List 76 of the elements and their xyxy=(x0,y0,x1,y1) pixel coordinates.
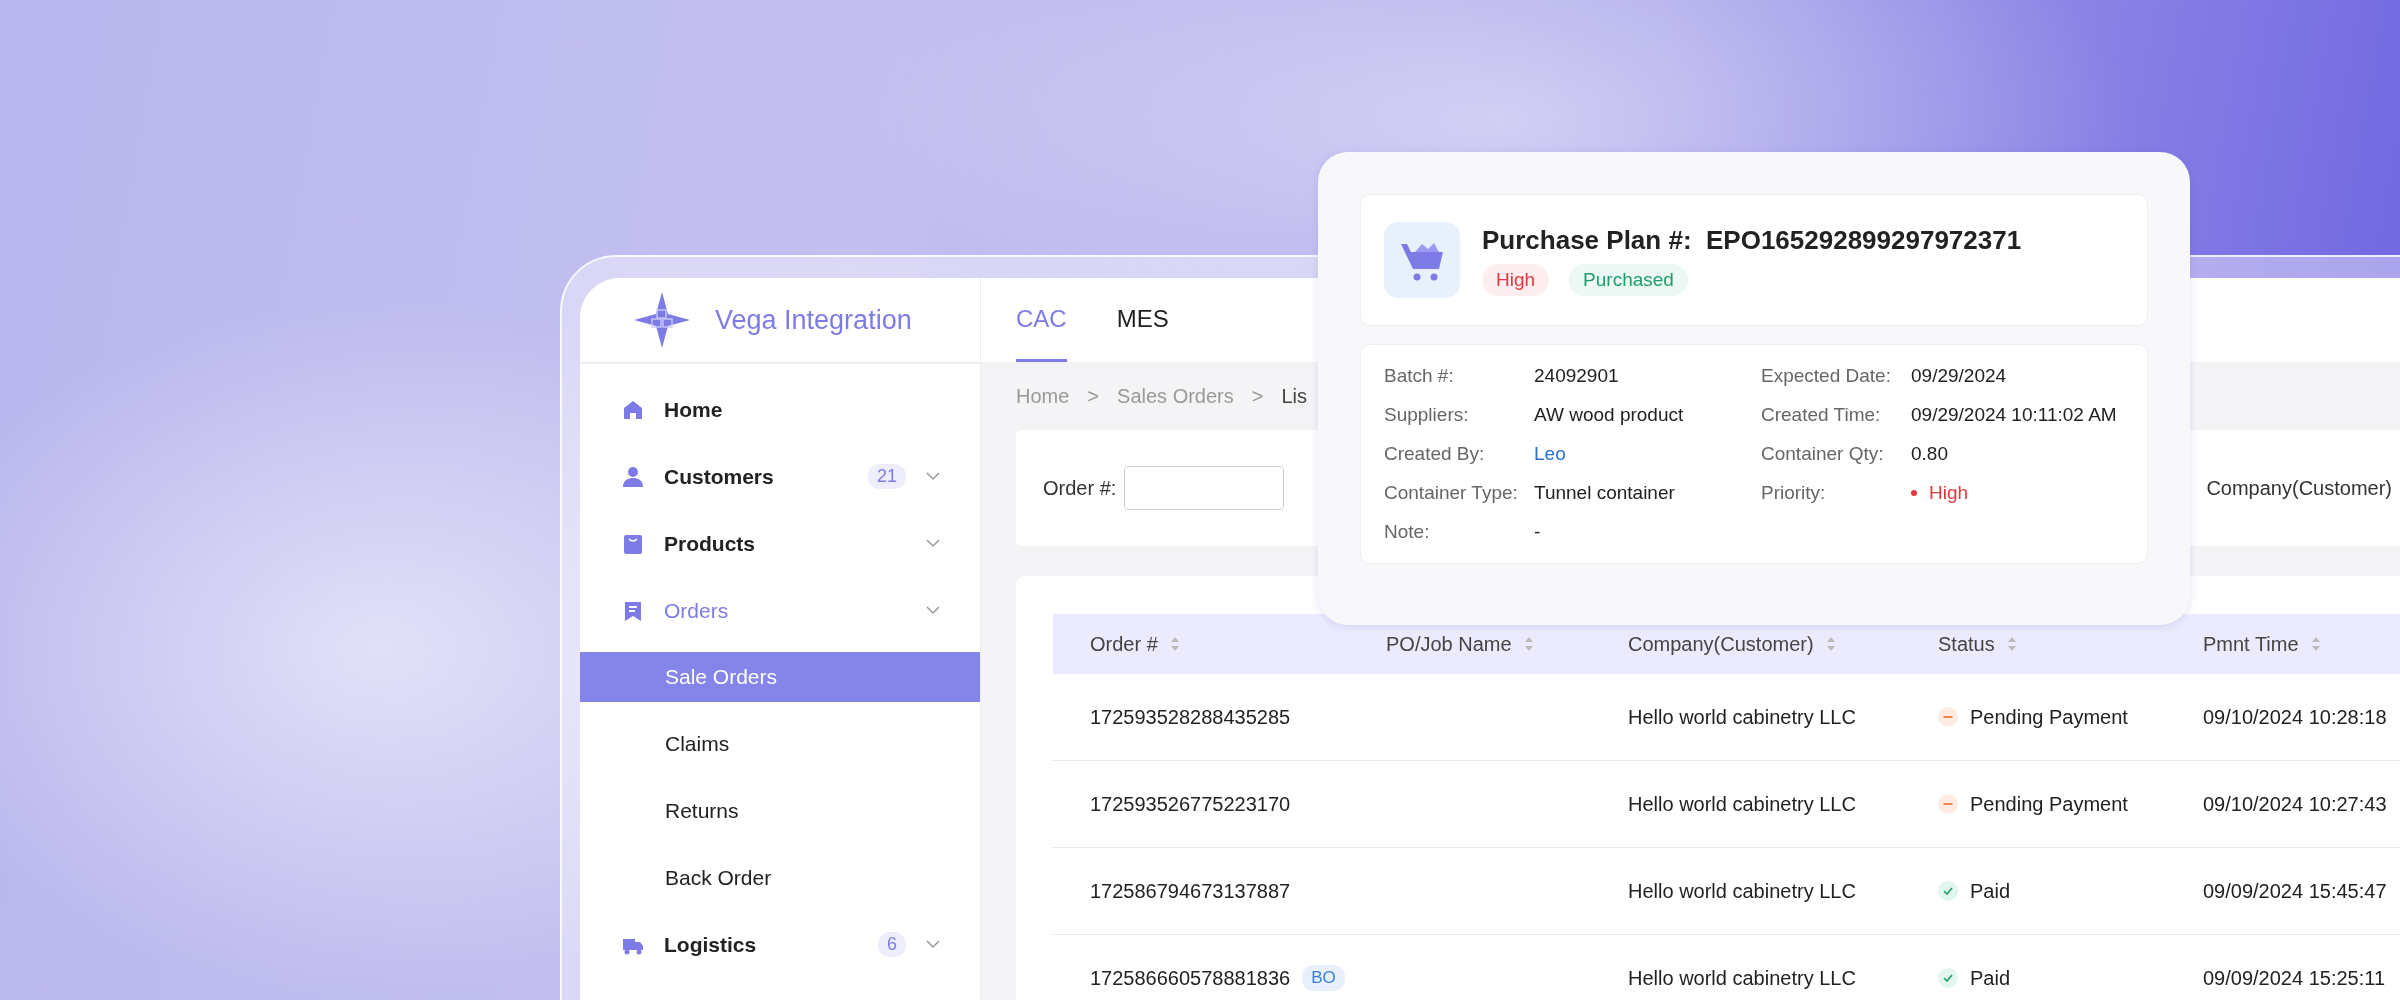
tab[interactable]: MES xyxy=(1116,278,1169,362)
minus-icon xyxy=(1938,707,1958,727)
column-header[interactable]: Company(Customer) xyxy=(1628,632,1814,656)
field-value: Tunnel container xyxy=(1534,482,1676,504)
status-text: Pending Payment xyxy=(1970,705,2128,729)
sidebar-item[interactable]: Orders xyxy=(580,577,980,644)
field-value: 0.80 xyxy=(1911,443,1949,465)
tab[interactable]: CAC xyxy=(1016,278,1067,362)
sidebar-item[interactable]: Logistics 6 xyxy=(580,911,980,978)
priority-value: High xyxy=(1911,482,2124,504)
table-cell: 09/10/2024 10:27:43 xyxy=(2203,792,2387,816)
field-value: - xyxy=(1534,521,1542,543)
column-header[interactable]: Status xyxy=(1938,632,1995,656)
table-cell: 172586794673137887 xyxy=(1090,879,1291,903)
document-icon xyxy=(622,599,644,622)
table-cell: Hello world cabinetry LLC xyxy=(1628,966,1856,990)
table-cell: Hello world cabinetry LLC xyxy=(1628,879,1856,903)
field-value: 09/29/2024 xyxy=(1911,365,2008,387)
sidebar-subitem[interactable]: Back Order xyxy=(580,844,980,911)
table-cell: Hello world cabinetry LLC xyxy=(1628,705,1856,729)
order-input-field[interactable] xyxy=(1124,466,1285,510)
breadcrumb-link[interactable]: Lis xyxy=(1281,384,1308,408)
status-tag: High xyxy=(1482,263,1550,296)
sort-icon[interactable] xyxy=(1523,636,1534,652)
bag-icon xyxy=(622,532,644,555)
field-label: Container Type: xyxy=(1384,482,1519,504)
field-label: Priority: xyxy=(1761,482,1827,504)
user-link[interactable]: Leo xyxy=(1534,443,1761,465)
status-tag: Purchased xyxy=(1569,263,1688,296)
field-value: 24092901 xyxy=(1534,365,1620,387)
check-icon xyxy=(1938,881,1958,901)
column-header[interactable]: Pmnt Time xyxy=(2203,632,2299,656)
sidebar-item[interactable]: Customers 21 xyxy=(580,443,980,510)
field-label: Created Time: xyxy=(1761,404,1882,426)
popup-title: Purchase Plan #: EPO165292899297972371 xyxy=(1482,224,2022,256)
table-cell: Hello world cabinetry LLC xyxy=(1628,792,1856,816)
home-icon xyxy=(622,398,644,421)
table-cell: 09/09/2024 15:25:11 xyxy=(2203,966,2386,990)
status-text: Paid xyxy=(1970,879,2011,903)
sort-icon[interactable] xyxy=(1169,636,1180,652)
brand-name: Vega Integration xyxy=(715,304,912,336)
filter-label: Order #: xyxy=(1043,476,1117,500)
sidebar-item[interactable]: Home xyxy=(580,376,980,443)
column-header[interactable]: PO/Job Name xyxy=(1386,632,1512,656)
table-cell: 09/10/2024 10:28:18 xyxy=(2203,705,2387,729)
count-badge: 21 xyxy=(867,464,906,489)
minus-icon xyxy=(1938,794,1958,814)
breadcrumb-separator: > xyxy=(1087,384,1100,408)
status-text: Pending Payment xyxy=(1970,792,2128,816)
order-tag: BO xyxy=(1302,965,1345,991)
sidebar-subitem[interactable]: Returns xyxy=(580,777,980,844)
table-cell: 172593528288435285 xyxy=(1090,705,1291,729)
field-label: Created By: xyxy=(1384,443,1486,465)
sort-icon[interactable] xyxy=(2310,636,2321,652)
table-cell: 172586660578881836 xyxy=(1090,966,1291,990)
cart-icon xyxy=(1384,222,1460,298)
field-label: Suppliers: xyxy=(1384,404,1470,426)
table-cell: 172593526775223170 xyxy=(1090,792,1291,816)
sidebar-subitem[interactable]: Claims xyxy=(580,710,980,777)
check-icon xyxy=(1938,968,1958,988)
field-value: AW wood product xyxy=(1534,404,1685,426)
field-label: Expected Date: xyxy=(1761,365,1892,387)
sort-icon[interactable] xyxy=(2006,636,2017,652)
count-badge: 6 xyxy=(878,932,906,957)
field-label: Note: xyxy=(1384,521,1431,543)
field-value: 09/29/2024 10:11:02 AM xyxy=(1911,404,2118,426)
person-icon xyxy=(622,465,644,488)
table-cell: 09/09/2024 15:45:47 xyxy=(2203,879,2387,903)
filter-label: Company(Customer) xyxy=(2206,476,2392,500)
sidebar-item[interactable]: Products xyxy=(580,510,980,577)
breadcrumb-separator: > xyxy=(1251,384,1264,408)
sort-icon[interactable] xyxy=(1825,636,1836,652)
field-label: Container Qty: xyxy=(1761,443,1885,465)
field-label: Batch #: xyxy=(1384,365,1455,387)
column-header[interactable]: Order # xyxy=(1090,632,1158,656)
status-text: Paid xyxy=(1970,966,2011,990)
